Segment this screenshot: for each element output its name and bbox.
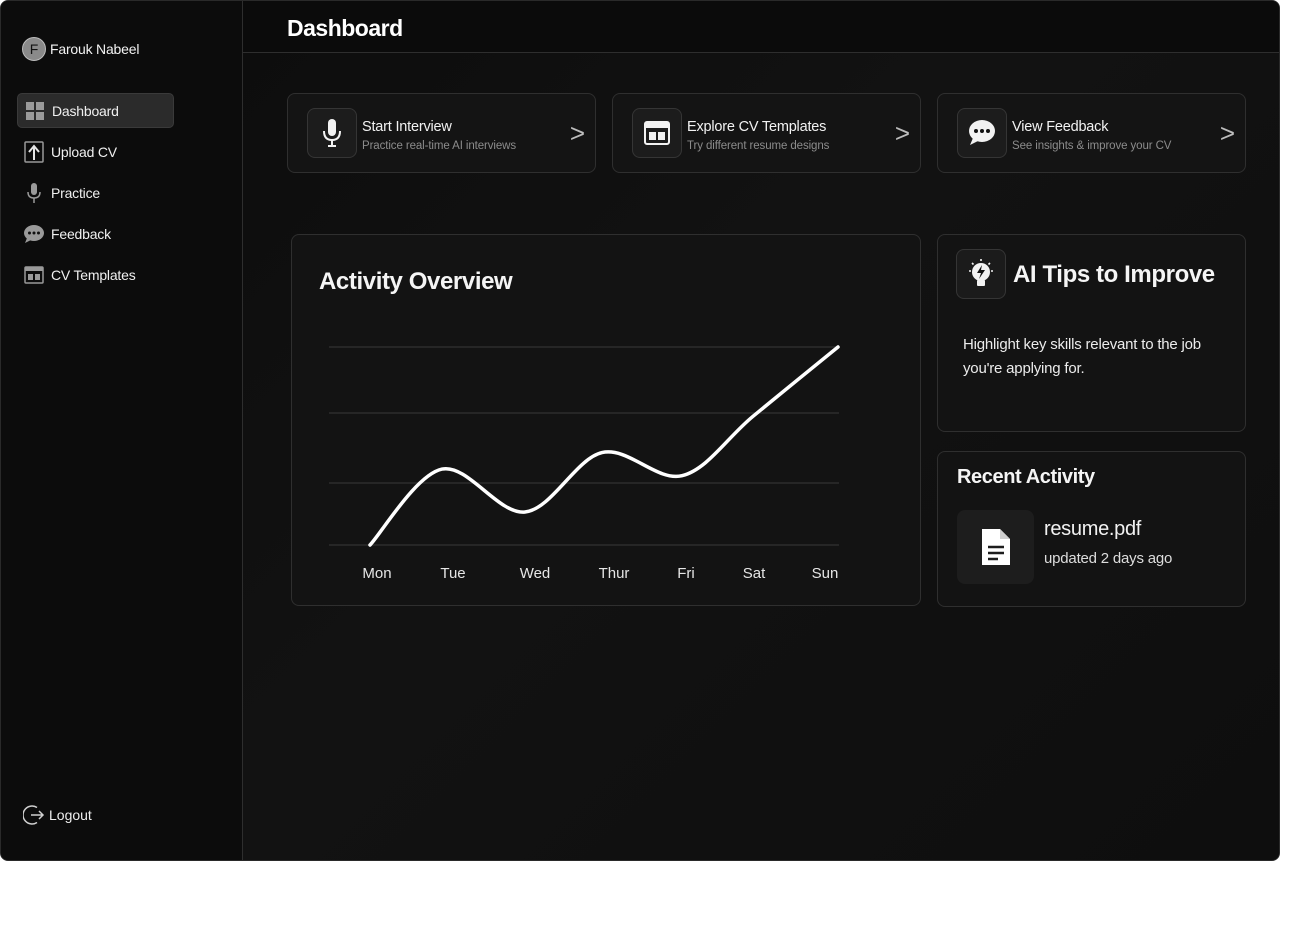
recent-title: Recent Activity xyxy=(957,466,1095,488)
template-icon xyxy=(23,264,45,286)
template-icon xyxy=(632,108,682,158)
activity-chart: Mon Tue Wed Thur Fri Sat Sun xyxy=(329,345,840,582)
sidebar-item-dashboard[interactable]: Dashboard xyxy=(17,93,174,128)
lightbulb-bolt-icon xyxy=(956,249,1006,299)
sidebar-item-label: Feedback xyxy=(51,225,111,242)
activity-series-line xyxy=(368,345,840,547)
avatar: F xyxy=(22,37,46,61)
chart-x-tick-label: Tue xyxy=(440,565,465,582)
document-icon[interactable] xyxy=(957,510,1034,584)
sidebar-item-upload-cv[interactable]: Upload CV xyxy=(17,134,174,169)
chart-x-tick-label: Fri xyxy=(677,565,695,582)
activity-overview-panel: Activity Overview Mon Tue Wed Thur Fri Sat Sun xyxy=(291,234,921,606)
chart-x-tick-label: Sun xyxy=(812,565,839,582)
explore-templates-card[interactable]: Explore CV Templates Try different resum… xyxy=(612,93,921,173)
action-title: Explore CV Templates xyxy=(687,119,827,135)
logout-icon xyxy=(23,804,45,826)
chart-x-tick-label: Sat xyxy=(743,565,766,582)
chevron-right-icon: > xyxy=(1219,118,1235,148)
user-name: Farouk Nabeel xyxy=(50,41,140,57)
action-title: Start Interview xyxy=(362,119,452,135)
chevron-right-icon: > xyxy=(569,118,585,148)
sidebar-item-label: CV Templates xyxy=(51,266,136,283)
sidebar-item-practice[interactable]: Practice xyxy=(17,175,174,210)
action-title: View Feedback xyxy=(1012,119,1109,135)
recent-file-name[interactable]: resume.pdf xyxy=(1044,518,1141,541)
page-title: Dashboard xyxy=(287,15,403,41)
dashboard-grid-icon xyxy=(24,100,46,122)
sidebar-item-label: Upload CV xyxy=(51,143,117,160)
tips-text: Highlight key skills relevant to the job… xyxy=(963,336,1201,377)
sidebar: F Farouk Nabeel Dashboard Upload CV Prac… xyxy=(1,1,243,860)
action-subtitle: See insights & improve your CV xyxy=(1012,140,1172,152)
logout-label: Logout xyxy=(49,807,92,823)
recent-activity-panel: Recent Activity resume.pdf updated 2 day… xyxy=(937,451,1246,607)
chat-bubble-icon xyxy=(23,223,45,245)
microphone-icon xyxy=(23,182,45,204)
user-profile[interactable]: F Farouk Nabeel xyxy=(22,37,139,61)
logout-button[interactable]: Logout xyxy=(23,804,92,826)
ai-tips-panel: AI Tips to Improve Highlight key skills … xyxy=(937,234,1246,432)
action-subtitle: Practice real-time AI interviews xyxy=(362,140,517,152)
start-interview-card[interactable]: Start Interview Practice real-time AI in… xyxy=(287,93,596,173)
action-subtitle: Try different resume designs xyxy=(687,140,830,152)
chart-x-tick-label: Thur xyxy=(599,565,630,582)
chevron-right-icon: > xyxy=(894,118,910,148)
view-feedback-card[interactable]: View Feedback See insights & improve you… xyxy=(937,93,1246,173)
sidebar-item-cv-templates[interactable]: CV Templates xyxy=(17,257,174,292)
sidebar-item-label: Dashboard xyxy=(52,102,119,119)
page-header: Dashboard xyxy=(243,1,1279,53)
chart-x-tick-label: Mon xyxy=(362,565,391,582)
microphone-icon xyxy=(307,108,357,158)
chart-x-tick-label: Wed xyxy=(520,565,551,582)
sidebar-item-feedback[interactable]: Feedback xyxy=(17,216,174,251)
sidebar-item-label: Practice xyxy=(51,184,100,201)
recent-file-updated: updated 2 days ago xyxy=(1044,550,1173,567)
tips-title: AI Tips to Improve xyxy=(1013,261,1215,288)
chat-bubble-icon xyxy=(957,108,1007,158)
sidebar-nav: Dashboard Upload CV Practice Feedback CV… xyxy=(17,93,174,298)
app-window: F Farouk Nabeel Dashboard Upload CV Prac… xyxy=(0,0,1280,861)
main-content: Start Interview Practice real-time AI in… xyxy=(243,53,1279,860)
upload-icon xyxy=(23,140,45,163)
